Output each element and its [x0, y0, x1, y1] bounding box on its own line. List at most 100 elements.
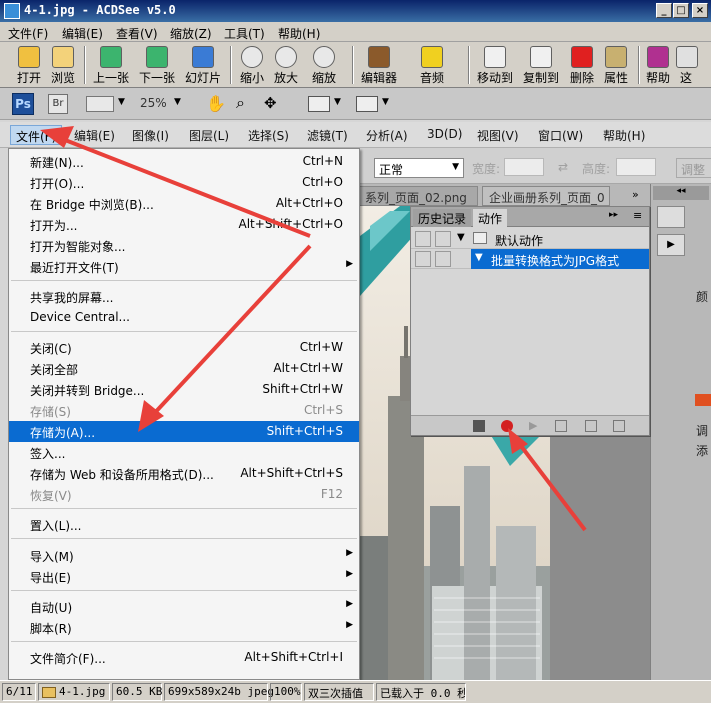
- maximize-button[interactable]: □: [673, 3, 689, 18]
- arrange-documents-icon[interactable]: [308, 96, 330, 112]
- toolbar-move-to-button[interactable]: 移动到: [474, 44, 516, 86]
- ps-menu-layer[interactable]: 图层(L): [189, 127, 229, 144]
- menu-item-close-go-bridge[interactable]: 关闭并转到 Bridge... Shift+Ctrl+W: [9, 379, 359, 400]
- doc-tab-brochure[interactable]: 企业画册系列_页面_0: [482, 186, 610, 206]
- play-icon[interactable]: ▶: [529, 420, 541, 432]
- ps-menu-window[interactable]: 窗口(W): [538, 127, 583, 144]
- zoom-tool-icon[interactable]: ⌕: [236, 93, 245, 113]
- menu-item-open-as[interactable]: 打开为... Alt+Shift+Ctrl+O: [9, 214, 359, 235]
- screen-mode-dropdown-icon[interactable]: ▼: [382, 97, 389, 107]
- acd-menu-zoom[interactable]: 缩放(Z): [170, 25, 212, 42]
- ps-menu-select[interactable]: 选择(S): [248, 127, 289, 144]
- toolbar-editor-button[interactable]: 编辑器: [358, 44, 400, 86]
- file-menu-dropdown: 新建(N)... Ctrl+N 打开(O)... Ctrl+O 在 Bridge 中…: [8, 148, 360, 680]
- action-set-row[interactable]: ▼ 默认动作: [411, 229, 649, 249]
- action-expand-icon[interactable]: ▼: [475, 252, 483, 263]
- toolbar-zoom-out-button[interactable]: 缩小: [236, 44, 268, 86]
- acd-menu-edit[interactable]: 编辑(E): [62, 25, 103, 42]
- menu-item-check-in[interactable]: 签入...: [9, 442, 359, 463]
- zoom-dropdown-icon[interactable]: ▼: [174, 97, 181, 107]
- menu-item-close-all[interactable]: 关闭全部 Alt+Ctrl+W: [9, 358, 359, 379]
- action-row[interactable]: ▼ 批量转换格式为JPG格式: [411, 249, 649, 269]
- tabs-overflow-icon[interactable]: »: [632, 188, 639, 201]
- acd-menu-file[interactable]: 文件(F): [8, 25, 48, 42]
- menu-item-save-for-web[interactable]: 存储为 Web 和设备所用格式(D)... Alt+Shift+Ctrl+S: [9, 463, 359, 484]
- close-button[interactable]: ×: [692, 3, 708, 18]
- audio-icon: [421, 46, 443, 68]
- ps-menu-image[interactable]: 图像(I): [132, 127, 169, 144]
- ps-menu-analysis[interactable]: 分析(A): [366, 127, 408, 144]
- toolbar-browse-button[interactable]: 浏览: [48, 44, 78, 86]
- view-extras-icon[interactable]: [86, 96, 114, 112]
- arrange-dropdown-icon[interactable]: ▼: [334, 97, 341, 107]
- new-set-icon[interactable]: [555, 420, 567, 432]
- action-set-toggle[interactable]: [415, 231, 431, 247]
- ps-menu-view[interactable]: 视图(V): [477, 127, 519, 144]
- stop-recording-icon[interactable]: [473, 420, 485, 432]
- toolbar-slideshow-button[interactable]: 幻灯片: [182, 44, 224, 86]
- swap-dimensions-icon[interactable]: ⇄: [558, 160, 568, 174]
- toolbar-next-button[interactable]: 下一张: [136, 44, 178, 86]
- menu-item-new[interactable]: 新建(N)... Ctrl+N: [9, 151, 359, 172]
- menu-item-file-info[interactable]: 文件简介(F)... Alt+Shift+Ctrl+I: [9, 647, 359, 668]
- record-icon[interactable]: [501, 420, 513, 432]
- menu-item-export[interactable]: 导出(E) ▶: [9, 566, 359, 587]
- hand-tool-icon[interactable]: ✋: [206, 94, 226, 113]
- action-dialog-toggle[interactable]: [435, 251, 451, 267]
- panel-collapse-icon[interactable]: ▸▸: [609, 210, 618, 220]
- acd-menu-view[interactable]: 查看(V): [116, 25, 158, 42]
- ps-menu-edit[interactable]: 编辑(E): [74, 127, 115, 144]
- toolbar-zoom-button[interactable]: 缩放: [304, 44, 344, 86]
- menu-item-import[interactable]: 导入(M) ▶: [9, 545, 359, 566]
- minimize-button[interactable]: _: [656, 3, 672, 18]
- menu-item-automate[interactable]: 自动(U) ▶: [9, 596, 359, 617]
- action-set-dialog-toggle[interactable]: [435, 231, 451, 247]
- menu-item-share-screen[interactable]: 共享我的屏幕...: [9, 286, 359, 307]
- tab-history[interactable]: 历史记录: [413, 209, 472, 227]
- toolbar-audio-button[interactable]: 音频: [414, 44, 450, 86]
- zoom-level[interactable]: 25%: [140, 96, 167, 110]
- acd-menu-help[interactable]: 帮助(H): [278, 25, 320, 42]
- ps-menu-filter[interactable]: 滤镜(T): [307, 127, 348, 144]
- trash-icon[interactable]: [613, 420, 625, 432]
- toolbar-whats-this-button[interactable]: 这: [676, 44, 698, 86]
- toolbar-properties-button[interactable]: 属性: [600, 44, 632, 86]
- toolbar-zoom-in-button[interactable]: 放大: [270, 44, 302, 86]
- toolbar-open-button[interactable]: 打开: [12, 44, 46, 86]
- adjust-button[interactable]: 调整: [676, 158, 711, 178]
- ps-menu-3d[interactable]: 3D(D): [427, 127, 462, 141]
- tab-actions[interactable]: 动作: [473, 209, 508, 227]
- menu-item-close[interactable]: 关闭(C) Ctrl+W: [9, 337, 359, 358]
- action-toggle[interactable]: [415, 251, 431, 267]
- height-field[interactable]: [616, 158, 656, 176]
- dock-history-icon[interactable]: [657, 206, 685, 228]
- menu-item-device-central[interactable]: Device Central...: [9, 307, 359, 328]
- blend-mode-select[interactable]: 正常 ▼: [374, 158, 464, 178]
- bridge-button[interactable]: Br: [48, 94, 68, 114]
- screen-mode-icon[interactable]: [356, 96, 378, 112]
- doc-tab-page-02[interactable]: 系列_页面_02.png: [358, 186, 478, 206]
- width-field[interactable]: [504, 158, 544, 176]
- menu-item-open[interactable]: 打开(O)... Ctrl+O: [9, 172, 359, 193]
- menu-item-browse-in-bridge[interactable]: 在 Bridge 中浏览(B)... Alt+Ctrl+O: [9, 193, 359, 214]
- menu-item-place[interactable]: 置入(L)...: [9, 514, 359, 535]
- toolbar-delete-button[interactable]: 删除: [566, 44, 598, 86]
- toolbar-help-button[interactable]: 帮助: [642, 44, 674, 86]
- menu-item-recent-files[interactable]: 最近打开文件(T) ▶: [9, 256, 359, 277]
- toolbar-copy-to-button[interactable]: 复制到: [520, 44, 562, 86]
- dock-label-add: 添: [696, 444, 709, 458]
- dock-actions-icon[interactable]: ▶: [657, 234, 685, 256]
- acd-menu-tools[interactable]: 工具(T): [224, 25, 265, 42]
- rotate-view-icon[interactable]: ✥: [264, 94, 277, 112]
- view-extras-dropdown-icon[interactable]: ▼: [118, 97, 125, 107]
- panel-menu-icon[interactable]: ≡: [633, 209, 642, 222]
- menu-item-open-smart-object[interactable]: 打开为智能对象...: [9, 235, 359, 256]
- menu-item-scripts[interactable]: 脚本(R) ▶: [9, 617, 359, 638]
- new-action-icon[interactable]: [585, 420, 597, 432]
- menu-item-save-as[interactable]: 存储为(A)... Shift+Ctrl+S: [9, 421, 359, 442]
- dock-collapse-icon[interactable]: ◂◂: [653, 186, 709, 200]
- ps-menu-help[interactable]: 帮助(H): [603, 127, 645, 144]
- ps-menu-file[interactable]: 文件(F): [10, 125, 63, 145]
- action-set-expand-icon[interactable]: ▼: [457, 232, 465, 243]
- toolbar-previous-button[interactable]: 上一张: [90, 44, 132, 86]
